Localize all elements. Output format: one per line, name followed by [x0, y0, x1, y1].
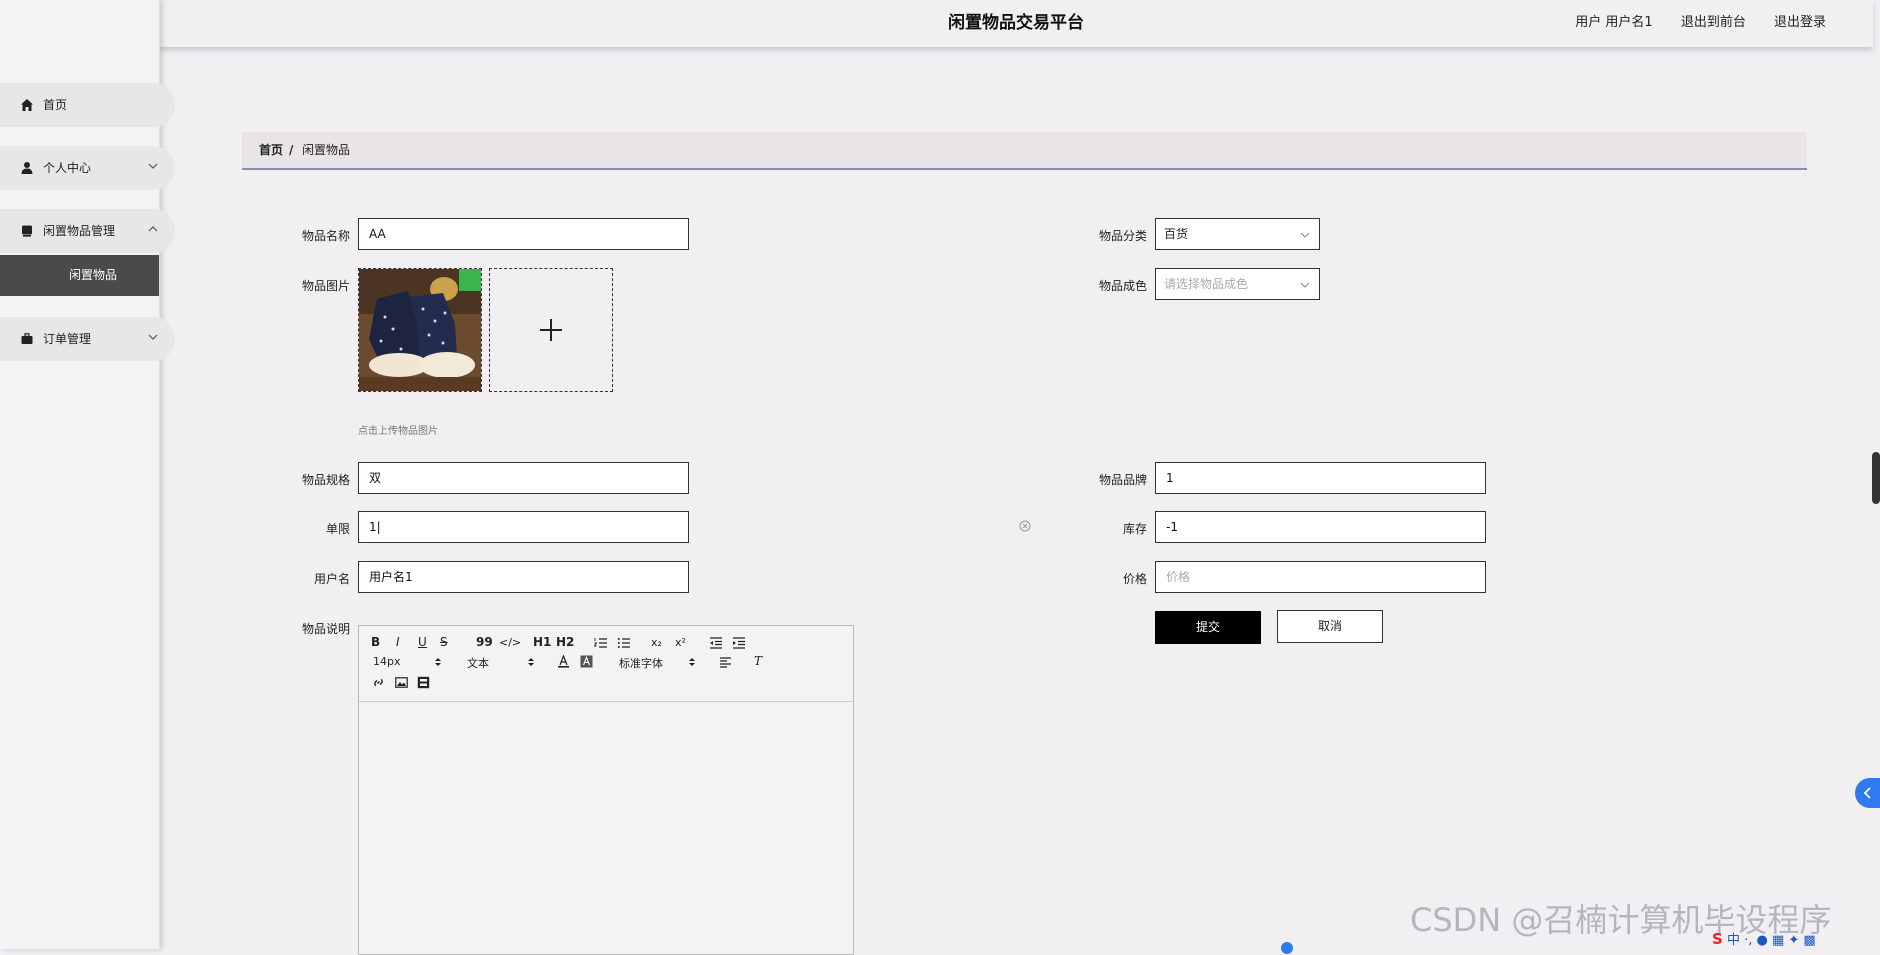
submenu-item-idle-goods[interactable]: 闲置物品: [0, 255, 159, 296]
breadcrumb-separator: /: [289, 143, 294, 157]
username-input[interactable]: 用户名1: [358, 561, 689, 593]
subscript-icon[interactable]: x₂: [651, 636, 662, 649]
cancel-button[interactable]: 取消: [1277, 610, 1383, 643]
code-icon[interactable]: </>: [499, 636, 521, 649]
breadcrumb: 首页 / 闲置物品: [242, 132, 1807, 170]
spec-label: 物品规格: [301, 473, 350, 487]
clear-icon[interactable]: [1019, 520, 1031, 532]
image-label: 物品图片: [301, 279, 350, 293]
back-to-front-link[interactable]: 退出到前台: [1681, 15, 1746, 30]
price-input[interactable]: 价格: [1155, 561, 1486, 593]
condition-placeholder: 请选择物品成色: [1164, 277, 1249, 291]
item-icon: [22, 225, 32, 237]
image-icon[interactable]: [395, 676, 408, 689]
outdent-icon[interactable]: [709, 637, 723, 649]
ime-language: 中: [1726, 933, 1740, 948]
sidebar-item-home[interactable]: 首页: [0, 83, 175, 127]
chevron-down-icon: [148, 163, 158, 169]
h2-icon[interactable]: H2: [556, 635, 574, 649]
plus-icon: [540, 319, 562, 341]
superscript-icon[interactable]: x²: [675, 636, 686, 649]
italic-icon[interactable]: I: [396, 635, 400, 649]
collapse-panel-handle[interactable]: [1855, 778, 1880, 808]
bg-color-icon[interactable]: [580, 655, 593, 668]
add-image-button[interactable]: [489, 268, 613, 392]
strike-icon[interactable]: S: [440, 635, 448, 649]
uploaded-image-thumbnail[interactable]: [358, 268, 482, 392]
h1-icon[interactable]: H1: [533, 635, 551, 649]
editor-toolbar: B I U S 99 </> H1 H2 x₂ x² 14px 文本 标准字体 …: [359, 626, 853, 702]
select-arrows-icon: [528, 658, 534, 666]
sidebar: 首页 个人中心 闲置物品管理 闲置物品 订单管理: [0, 0, 175, 949]
app-title: 闲置物品交易平台: [948, 13, 1084, 33]
link-icon[interactable]: [372, 676, 385, 689]
ordered-list-icon[interactable]: [594, 637, 608, 649]
stock-input[interactable]: -1: [1155, 511, 1486, 543]
user-icon: [21, 162, 33, 174]
chevron-left-icon: [1863, 787, 1871, 799]
upload-hint: 点击上传物品图片: [358, 426, 438, 437]
editor-content-area[interactable]: [359, 702, 853, 954]
home-icon: [21, 99, 33, 111]
font-color-icon[interactable]: [557, 655, 570, 668]
select-arrows-icon: [689, 658, 695, 666]
ime-tool-icons: ·, ● ▦ ✦ ▩: [1744, 933, 1816, 948]
briefcase-icon: [21, 333, 33, 344]
underline-icon[interactable]: U: [418, 635, 427, 649]
description-label: 物品说明: [301, 622, 350, 636]
category-select[interactable]: 百货: [1155, 218, 1320, 250]
submenu-item-label: 闲置物品: [69, 268, 118, 282]
price-label: 价格: [1122, 572, 1147, 586]
sidebar-item-label: 个人中心: [43, 161, 92, 175]
sidebar-item-label: 首页: [43, 98, 68, 112]
chevron-down-icon: [1300, 232, 1310, 238]
font-family-select[interactable]: 标准字体: [619, 655, 663, 671]
brand-label: 物品品牌: [1098, 473, 1147, 487]
chevron-down-icon: [148, 334, 158, 340]
ime-logo: S: [1712, 930, 1723, 948]
top-header: 闲置物品交易平台 用户 用户名1 退出到前台 退出登录: [159, 0, 1873, 47]
condition-select[interactable]: 请选择物品成色: [1155, 268, 1320, 300]
condition-label: 物品成色: [1098, 279, 1147, 293]
spec-input[interactable]: 双: [358, 462, 689, 494]
description-editor: B I U S 99 </> H1 H2 x₂ x² 14px 文本 标准字体 …: [358, 625, 854, 955]
indent-icon[interactable]: [732, 637, 746, 649]
sneaker-photo: [359, 269, 481, 391]
sidebar-item-order-management[interactable]: 订单管理: [0, 317, 175, 361]
stock-label: 库存: [1122, 522, 1147, 536]
sidebar-item-personal-center[interactable]: 个人中心: [0, 146, 175, 190]
limit-input[interactable]: 1|: [358, 511, 689, 543]
breadcrumb-current: 闲置物品: [302, 143, 351, 157]
align-icon[interactable]: [719, 657, 732, 668]
video-icon[interactable]: [417, 676, 430, 689]
font-size-select[interactable]: 14px: [373, 655, 401, 668]
bold-icon[interactable]: B: [371, 635, 380, 649]
floating-dot[interactable]: [1281, 942, 1293, 954]
sidebar-item-label: 闲置物品管理: [43, 224, 116, 238]
bullet-list-icon[interactable]: [617, 637, 631, 649]
username-label: 用户名: [313, 572, 350, 586]
brand-input[interactable]: 1: [1155, 462, 1486, 494]
quote-icon[interactable]: 99: [476, 635, 493, 649]
name-input[interactable]: AA: [358, 218, 689, 250]
sidebar-item-idle-goods-management[interactable]: 闲置物品管理: [0, 209, 175, 253]
header-links: 用户 用户名1 退出到前台 退出登录: [1551, 0, 1826, 45]
submit-button[interactable]: 提交: [1155, 611, 1261, 644]
category-label: 物品分类: [1098, 229, 1147, 243]
sidebar-item-label: 订单管理: [43, 332, 92, 346]
block-type-select[interactable]: 文本: [467, 655, 489, 671]
clear-format-icon[interactable]: T: [754, 654, 762, 668]
limit-label: 单限: [325, 522, 350, 536]
current-user-label: 用户 用户名1: [1575, 15, 1653, 30]
select-arrows-icon: [435, 658, 441, 666]
page-scrollbar-thumb[interactable]: [1872, 452, 1880, 504]
category-selected-value: 百货: [1164, 227, 1189, 241]
breadcrumb-home[interactable]: 首页: [259, 132, 283, 168]
chevron-down-icon: [1300, 282, 1310, 288]
chevron-up-icon: [148, 226, 158, 232]
ime-toolbar[interactable]: S 中 ·, ● ▦ ✦ ▩: [1712, 929, 1816, 948]
name-label: 物品名称: [301, 229, 350, 243]
logout-link[interactable]: 退出登录: [1774, 15, 1826, 30]
